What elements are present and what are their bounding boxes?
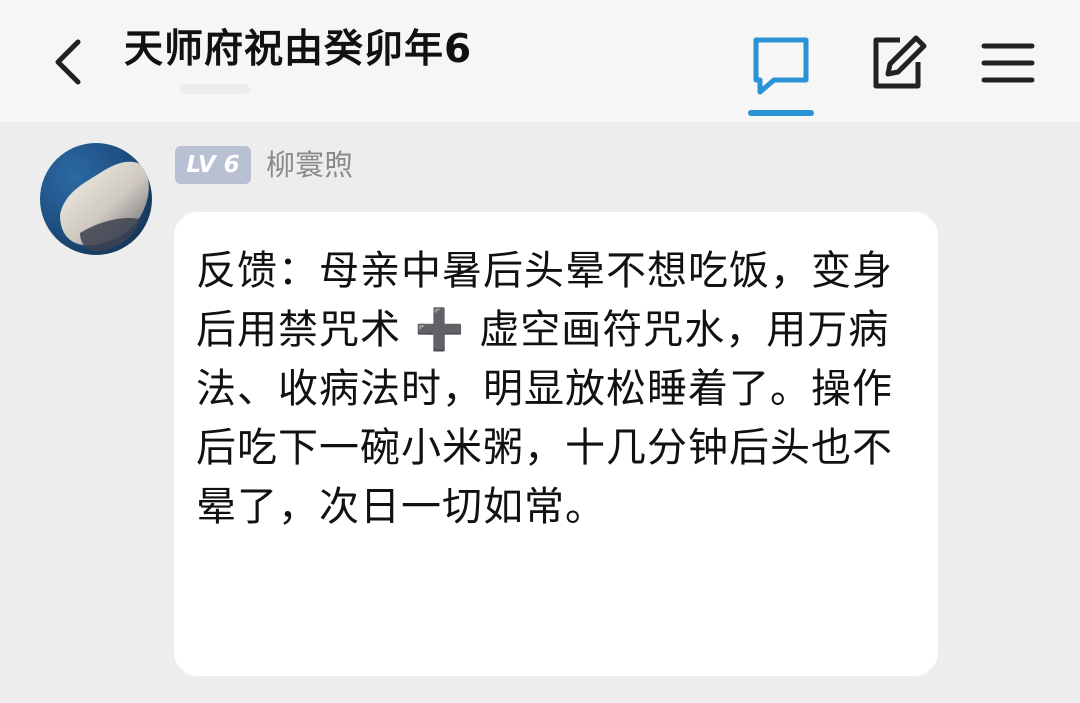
avatar[interactable]: [40, 143, 152, 255]
active-tab-indicator: [748, 110, 814, 116]
subtitle-placeholder: [180, 84, 250, 94]
sky-cloud-avatar-image: [40, 143, 152, 255]
top-bar: 天师府祝由癸卯年6: [0, 0, 1080, 122]
menu-button[interactable]: [980, 38, 1036, 88]
edit-icon: [873, 35, 927, 89]
chat-icon: [753, 37, 809, 95]
level-badge: LV 6: [175, 146, 251, 184]
back-button[interactable]: [44, 34, 92, 90]
message-text: 反馈：母亲中暑后头晕不想吃饭，变身后用禁咒术 ➕ 虚空画符咒水，用万病法、收病法…: [196, 248, 893, 530]
username[interactable]: 柳寰煦: [266, 146, 353, 184]
edit-button[interactable]: [868, 34, 928, 94]
chat-tab-button[interactable]: [746, 30, 816, 116]
menu-icon: [981, 43, 1035, 83]
message-bubble: 反馈：母亲中暑后头晕不想吃饭，变身后用禁咒术 ➕ 虚空画符咒水，用万病法、收病法…: [174, 212, 938, 676]
page-title: 天师府祝由癸卯年6: [124, 27, 473, 72]
chevron-left-icon: [55, 39, 81, 85]
